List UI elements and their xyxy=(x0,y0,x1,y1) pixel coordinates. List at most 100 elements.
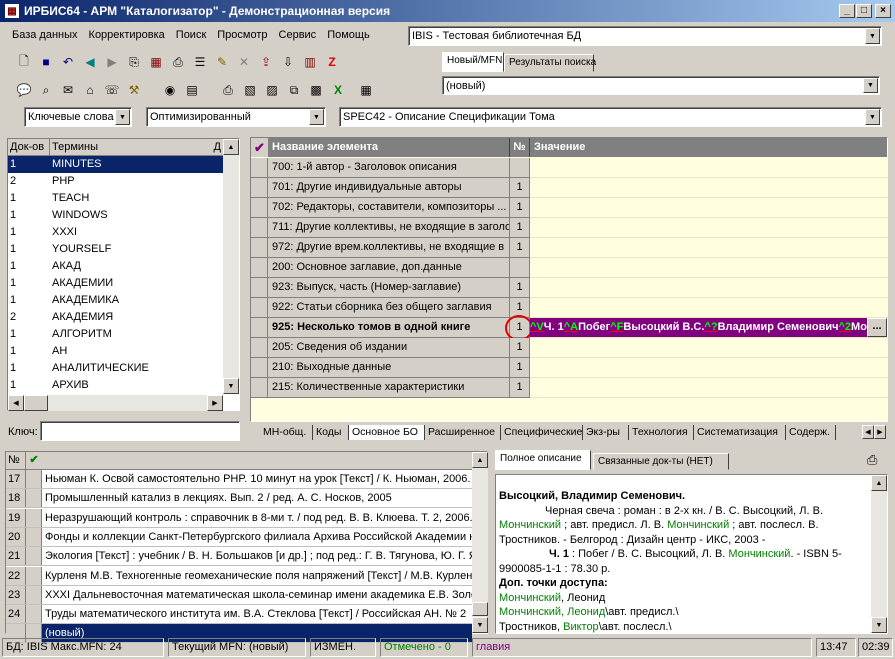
tab-search-results[interactable]: Результаты поиска xyxy=(504,54,596,72)
terms-list[interactable]: Док-ов Термины Д 1 MINUTES 2 PHP 1 TEACH 1 WINDO… xyxy=(7,138,240,411)
mail-icon[interactable]: ✉ xyxy=(58,81,78,99)
delete-icon[interactable]: ✕ xyxy=(234,53,254,71)
value-cell[interactable] xyxy=(530,278,888,298)
tab-scroll-right-icon[interactable]: ▶ xyxy=(874,425,886,439)
row-selector[interactable] xyxy=(251,158,268,178)
z-icon[interactable]: Z xyxy=(322,53,342,71)
search-mode-select[interactable]: Ключевые слова ▼ xyxy=(24,107,132,127)
table-row[interactable]: 700: 1-й автор - Заголовок описания xyxy=(251,158,888,178)
doc-check[interactable] xyxy=(26,527,42,546)
menu-view[interactable]: Просмотр xyxy=(217,29,267,41)
list-item[interactable]: 2 АКАДЕМИЯ xyxy=(8,309,239,326)
new-record-select[interactable]: (новый) ▼ xyxy=(442,76,880,95)
list-item[interactable]: 1 АРХИВ xyxy=(8,377,239,394)
copy-icon[interactable]: ⎘ xyxy=(124,53,144,71)
check-icon[interactable]: ✔ xyxy=(251,138,268,157)
list-item[interactable]: 1 АКАДЕМИИ xyxy=(8,275,239,292)
list-item[interactable]: 22 Курленя М.В. Техногенные геомеханическ… xyxy=(6,566,472,586)
chat-icon[interactable]: ☏ xyxy=(102,81,122,99)
import-icon[interactable]: ⇪ xyxy=(256,53,276,71)
list-icon[interactable]: ☰ xyxy=(190,53,210,71)
value-cell[interactable] xyxy=(530,198,888,218)
list-item[interactable]: 20 Фонды и коллекции Санкт-Петербургского… xyxy=(6,527,472,547)
row-selector[interactable] xyxy=(251,238,268,258)
tab-new-mfn[interactable]: Новый/MFN xyxy=(442,52,504,72)
row-selector[interactable] xyxy=(251,218,268,238)
list-item[interactable]: 17 Ньюман К. Освой самостоятельно PHP. 10… xyxy=(6,470,472,489)
doc-check[interactable] xyxy=(26,566,42,585)
menu-search[interactable]: Поиск xyxy=(176,29,206,41)
list-item[interactable]: 24 Труды математического института им. В.… xyxy=(6,605,472,625)
comment-icon[interactable]: 💬 xyxy=(14,81,34,99)
table-row[interactable]: 711: Другие коллективы, не входящие в за… xyxy=(251,218,888,238)
table-row[interactable]: 702: Редакторы, составители, композиторы… xyxy=(251,198,888,218)
ellipsis-button[interactable]: ... xyxy=(867,318,887,337)
table-row[interactable]: 701: Другие индивидуальные авторы 1 xyxy=(251,178,888,198)
value-cell[interactable] xyxy=(530,298,888,318)
tab-element-1[interactable]: Коды xyxy=(313,425,349,440)
list-item[interactable]: 1 АКАД xyxy=(8,258,239,275)
list-item[interactable]: 1 АКАДЕМИКА xyxy=(8,292,239,309)
list-item[interactable]: 2 PHP xyxy=(8,173,239,190)
chevron-down-icon[interactable]: ▼ xyxy=(863,78,878,93)
export-icon[interactable]: ⇩ xyxy=(278,53,298,71)
tab-full-description[interactable]: Полное описание xyxy=(495,450,591,470)
scroll-down-icon[interactable]: ▼ xyxy=(871,617,887,633)
scroll-left-icon[interactable]: ◀ xyxy=(8,395,24,411)
row-selector[interactable] xyxy=(251,278,268,298)
list-item[interactable]: 1 TEACH xyxy=(8,190,239,207)
pages-icon[interactable]: ⧉ xyxy=(284,81,304,99)
list-item[interactable]: 21 Экология [Текст] : учебник / В. Н. Бол… xyxy=(6,547,472,567)
back-icon[interactable]: ◀ xyxy=(80,53,100,71)
occurrence-number[interactable] xyxy=(510,258,530,278)
description-scrollbar[interactable]: ▲ ▼ xyxy=(871,475,887,633)
terms-scrollbar[interactable]: ▲ ▼ xyxy=(223,139,239,394)
row-selector[interactable] xyxy=(251,258,268,278)
menu-help[interactable]: Помощь xyxy=(327,29,370,41)
tag-icon[interactable]: ⌂ xyxy=(80,81,100,99)
tab-element-0[interactable]: МН-общ. xyxy=(260,425,313,440)
minimize-button[interactable]: _ xyxy=(839,4,855,18)
occurrence-number[interactable]: 1 xyxy=(510,198,530,218)
list-item[interactable]: 18 Промышленный катализ в лекциях. Вып. 2… xyxy=(6,489,472,509)
tab-element-8[interactable]: Содерж. xyxy=(786,425,836,440)
tab-element-4[interactable]: Специфические xyxy=(501,425,583,440)
barcode-icon[interactable]: ▥ xyxy=(300,53,320,71)
view-icon[interactable]: ◉ xyxy=(160,81,180,99)
scroll-thumb[interactable] xyxy=(472,602,488,616)
close-button[interactable]: × xyxy=(875,4,891,18)
occurrence-number[interactable]: 1 xyxy=(510,278,530,298)
list-item[interactable]: 1 YOURSELF xyxy=(8,241,239,258)
undo-icon[interactable]: ↶ xyxy=(58,53,78,71)
grid-icon[interactable]: ▦ xyxy=(146,53,166,71)
optimize-select[interactable]: Оптимизированный ▼ xyxy=(146,107,326,127)
value-cell[interactable] xyxy=(530,258,888,278)
row-selector[interactable] xyxy=(251,198,268,218)
occurrence-number[interactable]: 1 xyxy=(510,378,530,398)
scroll-up-icon[interactable]: ▲ xyxy=(472,452,488,468)
row-selector[interactable] xyxy=(251,318,268,338)
value-cell[interactable] xyxy=(530,358,888,378)
occurrence-number[interactable]: 1 xyxy=(510,238,530,258)
menu-database[interactable]: База данных xyxy=(12,29,78,41)
pin-icon[interactable]: Д xyxy=(214,139,221,155)
print-card-icon[interactable]: ▨ xyxy=(262,81,282,99)
occurrence-number[interactable]: 1 xyxy=(505,315,533,341)
value-cell[interactable] xyxy=(530,238,888,258)
list-item[interactable]: 23 XXXI Дальневосточная математическая шк… xyxy=(6,585,472,605)
table-row[interactable]: 215: Количественные характеристики 1 xyxy=(251,378,888,398)
save-icon[interactable]: ■ xyxy=(36,53,56,71)
value-cell[interactable] xyxy=(530,178,888,198)
tab-element-2[interactable]: Основное БО xyxy=(349,425,425,440)
tab-element-5[interactable]: Экз-ры xyxy=(583,425,629,440)
printer-icon[interactable]: ⎙ xyxy=(867,452,877,468)
list-item[interactable]: 1 АЛГОРИТМ xyxy=(8,326,239,343)
table-row[interactable]: 925: Несколько томов в одной книге 1 ^VЧ. … xyxy=(251,315,887,341)
table-row[interactable]: 205: Сведения об издании 1 xyxy=(251,338,888,358)
tab-element-6[interactable]: Технология xyxy=(629,425,694,440)
tab-element-7[interactable]: Систематизация xyxy=(694,425,786,440)
occurrence-number[interactable]: 1 xyxy=(510,338,530,358)
hscroll-thumb[interactable] xyxy=(24,395,48,411)
help-icon[interactable]: ▦ xyxy=(356,81,376,99)
list-item[interactable]: 1 MINUTES xyxy=(8,156,239,173)
